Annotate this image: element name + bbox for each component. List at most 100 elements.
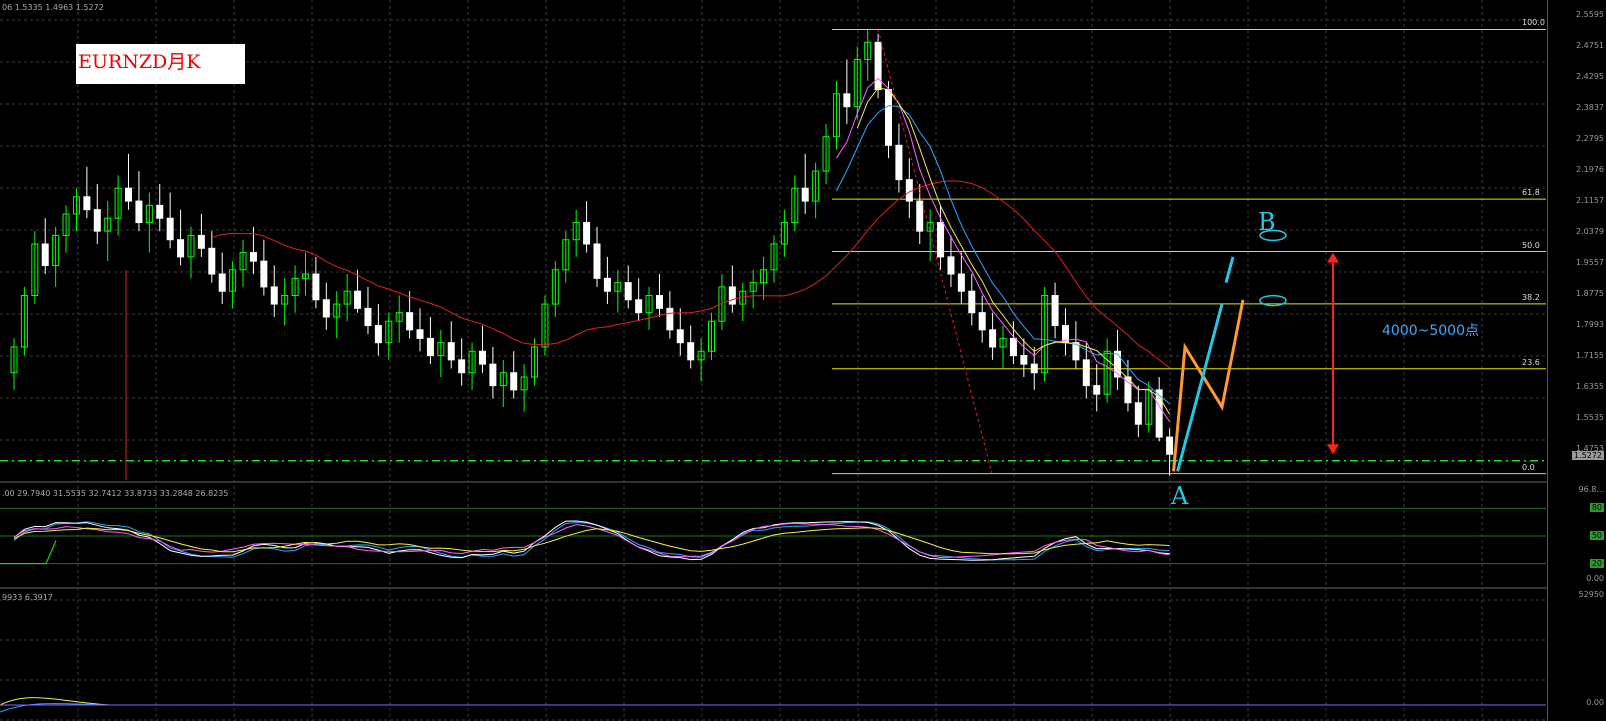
candle-body [1082, 359, 1090, 387]
candle-body [41, 243, 49, 266]
candle-body [666, 307, 674, 331]
axis-tick-label: 2.1976 [1576, 165, 1604, 174]
candle-body [489, 363, 497, 387]
candle-body [322, 299, 330, 318]
axis-tick-label: 2.3837 [1576, 103, 1604, 112]
axis-tick-label: 1.6355 [1576, 382, 1604, 391]
candle-body [655, 294, 663, 309]
axis-tick-label: 2.0379 [1576, 227, 1604, 236]
candle-body [905, 179, 913, 202]
axis-tick-label: 2.4751 [1576, 41, 1604, 50]
candle-body [968, 290, 976, 314]
axis-tick-label: 20 [1589, 558, 1604, 568]
candle-body [249, 252, 257, 262]
candle-body [1134, 402, 1142, 425]
candle-body [416, 329, 424, 339]
candle-body [156, 204, 164, 219]
candle-body [728, 286, 736, 305]
candle-body [208, 247, 216, 275]
axis-tick-label: 50 [1589, 531, 1604, 540]
volume-header-values: 9933 6.3917 [2, 593, 53, 602]
candle-body [312, 273, 320, 301]
candle-body [177, 239, 185, 258]
axis-tick-label: 1.8775 [1576, 289, 1604, 298]
candle-body [874, 41, 882, 91]
candle-body [1166, 436, 1174, 455]
axis-tick-label: 80 [1589, 503, 1604, 513]
candle-body [937, 222, 945, 258]
candle-body [687, 342, 695, 361]
candle-body [478, 350, 486, 365]
candle-body [1020, 355, 1028, 365]
oscillator-header-values: .00 29.7940 31.5535 32.7412 33.8733 33.2… [2, 489, 229, 498]
fib-level-label: 23.6 [1522, 357, 1540, 367]
price-chart-svg[interactable] [0, 0, 1606, 721]
axis-tick-label: 52950 [1578, 590, 1604, 599]
candle-body [166, 217, 174, 241]
candle-body [197, 234, 205, 249]
candle-body [93, 209, 101, 232]
axis-tick-label: 2.5595 [1576, 10, 1604, 19]
candle-body [364, 307, 372, 327]
axis-tick-label: 0.00 [1586, 574, 1604, 583]
candle-body [125, 187, 133, 202]
candle-body [83, 196, 91, 211]
candle-body [135, 200, 143, 224]
point-a-label: A [1171, 482, 1189, 510]
axis-tick-label: 2.1157 [1576, 196, 1604, 205]
candle-body [426, 337, 434, 357]
candle-body [583, 222, 591, 245]
axis-tick-label: 0.00 [1586, 698, 1604, 707]
candle-body [676, 329, 684, 344]
candle-body [354, 290, 362, 309]
fib-level-label: 100.0 [1522, 18, 1545, 28]
candle-body [260, 260, 268, 288]
axis-tick-label: 1.7155 [1576, 351, 1604, 360]
axis-tick-label: 1.5272 [1572, 450, 1604, 460]
fib-level-label: 50.0 [1522, 240, 1540, 250]
candle-body [895, 144, 903, 181]
candle-body [885, 89, 892, 146]
candle-body [624, 282, 632, 301]
projection-line-cyan-dash [1224, 256, 1235, 284]
candle-body [447, 342, 455, 361]
candle-body [1051, 294, 1059, 327]
axis-tick-label: 2.2795 [1576, 134, 1604, 143]
candle-body [406, 312, 414, 331]
candle-body [843, 93, 851, 108]
axis-tick-label: 2.4295 [1576, 72, 1604, 81]
axis-tick-label: 96.8... [1578, 485, 1604, 494]
candle-body [947, 256, 955, 275]
axis-tick-label: 1.5535 [1576, 413, 1604, 422]
candle-body [603, 277, 611, 292]
candle-body [1093, 385, 1101, 395]
fib-level-label: 61.8 [1522, 188, 1540, 198]
candle-body [916, 200, 924, 232]
candle-body [1009, 337, 1017, 357]
candle-body [635, 299, 643, 314]
range-arrow-head-down [1327, 444, 1339, 455]
candle-body [458, 359, 466, 374]
axis-tick-label: 1.9557 [1576, 258, 1604, 267]
chart-title: EURNZD月K [78, 51, 201, 73]
range-label: 4000~5000点 [1382, 323, 1479, 339]
candle-body [801, 187, 809, 202]
price-axis[interactable]: 2.5595 2.4751 2.4295 2.3837 2.2795 2.1976 2.11… [1547, 0, 1606, 721]
axis-tick-label: 1.7993 [1576, 320, 1604, 329]
candle-body [510, 372, 518, 391]
fib-level-label: 38.2 [1522, 292, 1540, 302]
chart-window: EURNZD月K 06 1.5335 1.4963 1.5272 .00 29.… [0, 0, 1606, 721]
point-b-label: B [1258, 208, 1276, 236]
candle-body [978, 312, 986, 331]
candle-body [270, 286, 278, 305]
oscillator-line-pink [13, 522, 1170, 559]
candle-body [593, 243, 601, 279]
chart-title-box: EURNZD月K [76, 44, 245, 84]
range-arrow-head-up [1327, 252, 1339, 263]
candle-body [989, 329, 997, 348]
candle-body [957, 273, 965, 292]
candle-body [218, 273, 226, 292]
main-header-values: 06 1.5335 1.4963 1.5272 [2, 3, 104, 12]
candle-body [1030, 363, 1038, 374]
candle-body [374, 325, 382, 344]
